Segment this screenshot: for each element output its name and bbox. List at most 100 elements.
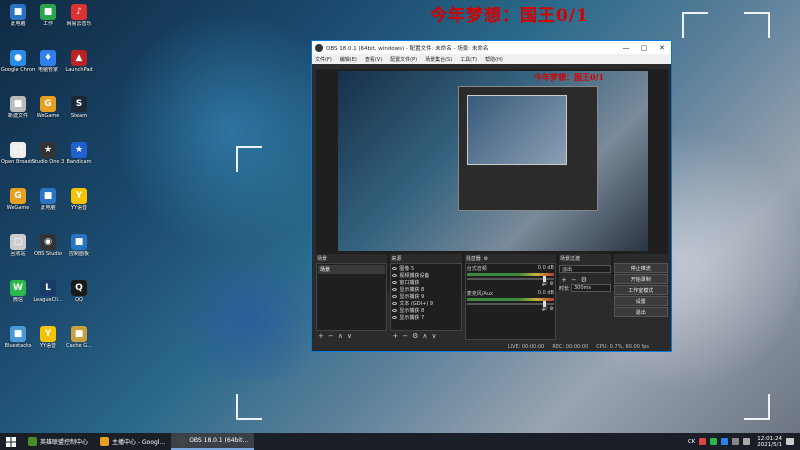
taskbar-app[interactable]: 英雄联盟控制中心 bbox=[22, 433, 94, 450]
eye-icon[interactable] bbox=[392, 316, 398, 319]
source-item[interactable]: 窗口捕获 bbox=[392, 279, 459, 286]
move-up-icon[interactable]: ∧ bbox=[422, 332, 427, 340]
desktop-icon[interactable]: ▢ 回收站 bbox=[1, 234, 35, 257]
control-button[interactable]: 开始录制 bbox=[613, 274, 669, 284]
menu-edit[interactable]: 编辑(E) bbox=[340, 56, 357, 63]
control-button[interactable]: 工作室模式 bbox=[613, 285, 669, 295]
eye-icon[interactable] bbox=[392, 295, 398, 298]
desktop-icon[interactable]: G WeGame bbox=[31, 96, 65, 119]
eye-icon[interactable] bbox=[392, 281, 398, 284]
clock-date: 2021/5/1 bbox=[757, 441, 782, 448]
control-button[interactable]: 设置 bbox=[613, 296, 669, 306]
notification-icon[interactable] bbox=[786, 438, 794, 445]
desktop-icon[interactable]: S Steam bbox=[62, 96, 96, 119]
source-item[interactable]: 图像 5 bbox=[392, 265, 459, 272]
tray-volume-icon[interactable] bbox=[743, 438, 751, 445]
tray-app-icon[interactable] bbox=[699, 438, 707, 445]
mixer-title-text: 混音器 bbox=[465, 256, 481, 262]
desktop-icon[interactable]: Y YY语音 bbox=[62, 188, 96, 211]
desktop-icon[interactable]: G WeGame bbox=[1, 188, 35, 211]
desktop-icon[interactable]: ♦ 电脑管家 bbox=[31, 50, 65, 73]
add-icon[interactable]: + bbox=[392, 332, 398, 340]
desktop-icon-label: 微信 bbox=[12, 297, 23, 303]
slider-handle[interactable] bbox=[543, 301, 547, 307]
gear-icon[interactable]: ⚙ bbox=[412, 332, 418, 340]
eye-icon[interactable] bbox=[392, 288, 398, 291]
control-button[interactable]: 退出 bbox=[613, 307, 669, 317]
move-down-icon[interactable]: ∨ bbox=[432, 332, 437, 340]
source-item[interactable]: 显示捕获 7 bbox=[392, 314, 459, 321]
desktop-app-icon: Q bbox=[71, 280, 87, 296]
eye-icon[interactable] bbox=[392, 267, 398, 270]
desktop-icon[interactable]: □Open Broadcaster bbox=[1, 142, 35, 165]
add-icon[interactable]: + bbox=[318, 332, 324, 340]
volume-slider[interactable] bbox=[466, 301, 554, 307]
remove-icon[interactable]: − bbox=[571, 276, 577, 284]
desktop-icon[interactable]: ■ 此电脑 bbox=[1, 4, 35, 27]
tray-text[interactable]: CK bbox=[688, 439, 695, 445]
obs-window[interactable]: OBS 18.0.1 (64bit, windows) - 配置文件: 未命名 … bbox=[311, 40, 672, 352]
taskbar-app[interactable]: 主播中心 - Googl... bbox=[94, 433, 171, 450]
desktop-icon[interactable]: Q QQ bbox=[62, 280, 96, 303]
eye-icon[interactable] bbox=[392, 302, 398, 305]
scene-item[interactable]: 场景 bbox=[318, 265, 386, 274]
gear-icon[interactable]: ⚙ bbox=[484, 256, 488, 262]
clock[interactable]: 12:01:24 2021/5/1 bbox=[757, 436, 782, 448]
tray-network-icon[interactable] bbox=[732, 438, 740, 445]
minimize-button[interactable]: — bbox=[617, 44, 635, 52]
eye-icon[interactable] bbox=[392, 274, 398, 277]
slider-handle[interactable] bbox=[543, 276, 547, 282]
close-button[interactable]: ✕ bbox=[653, 44, 671, 52]
sources-dock: 来源 图像 5 视频捕获设备 窗口捕获 显示捕获 8 显示捕获 9 文本 (GDI+) 9… bbox=[390, 254, 462, 340]
menu-scene-collection[interactable]: 场景集合(S) bbox=[425, 56, 452, 63]
volume-slider[interactable] bbox=[466, 276, 554, 282]
source-item[interactable]: 视频捕获设备 bbox=[392, 272, 459, 279]
desktop-icon[interactable]: W 微信 bbox=[1, 280, 35, 303]
menu-file[interactable]: 文件(F) bbox=[315, 56, 332, 63]
remove-icon[interactable]: − bbox=[402, 332, 408, 340]
obs-title-bar[interactable]: OBS 18.0.1 (64bit, windows) - 配置文件: 未命名 … bbox=[312, 41, 671, 54]
source-item[interactable]: 文本 (GDI+) 9 bbox=[392, 300, 459, 307]
add-icon[interactable]: + bbox=[561, 276, 567, 284]
gear-icon[interactable]: ⚙ bbox=[549, 281, 553, 287]
gear-icon[interactable]: ⚙ bbox=[549, 306, 553, 312]
desktop-icon[interactable]: ■ Cache G... bbox=[62, 326, 96, 349]
maximize-button[interactable]: □ bbox=[635, 44, 653, 52]
duration-input[interactable]: 300ms bbox=[570, 284, 611, 292]
tray-shield-icon[interactable] bbox=[721, 438, 729, 445]
desktop-icon[interactable]: ■ 新建文件 bbox=[1, 96, 35, 119]
frame-corner-mark bbox=[236, 146, 262, 172]
desktop-icon[interactable]: ▲ LaunchPad bbox=[62, 50, 96, 73]
desktop-icon[interactable]: ■ 此电脑 bbox=[31, 188, 65, 211]
control-button[interactable]: 停止推流 bbox=[613, 263, 669, 273]
desktop-icon[interactable]: ◉ OBS Studio bbox=[31, 234, 65, 257]
taskbar-app[interactable]: OBS 18.0.1 (64bit... bbox=[171, 433, 255, 450]
source-item[interactable]: 显示捕获 8 bbox=[392, 307, 459, 314]
desktop-icon[interactable]: ■ 工作 bbox=[31, 4, 65, 27]
desktop-icon-label: YY语音 bbox=[39, 343, 57, 349]
start-button[interactable] bbox=[0, 433, 22, 450]
menu-view[interactable]: 查看(V) bbox=[365, 56, 382, 63]
desktop-icon[interactable]: ★ Bandicam bbox=[62, 142, 96, 165]
desktop-icon[interactable]: ★ Studio One 3 bbox=[31, 142, 65, 165]
source-item[interactable]: 显示捕获 9 bbox=[392, 293, 459, 300]
menu-tools[interactable]: 工具(T) bbox=[460, 56, 477, 63]
desktop-icon[interactable]: ●Google Chrome bbox=[1, 50, 35, 73]
gear-icon[interactable]: ⚙ bbox=[581, 276, 587, 284]
desktop-icon[interactable]: Y YY语音 bbox=[31, 326, 65, 349]
desktop-icon[interactable]: ■ 控制面板 bbox=[62, 234, 96, 257]
desktop-icon[interactable]: ♪ 网易云音乐 bbox=[62, 4, 96, 27]
desktop-icon[interactable]: ■ Bluestacks bbox=[1, 326, 35, 349]
source-item[interactable]: 显示捕获 8 bbox=[392, 286, 459, 293]
remove-icon[interactable]: − bbox=[328, 332, 334, 340]
menu-help[interactable]: 帮助(H) bbox=[485, 56, 503, 63]
tray-wechat-icon[interactable] bbox=[710, 438, 718, 445]
eye-icon[interactable] bbox=[392, 309, 398, 312]
frame-corner-mark bbox=[744, 394, 770, 420]
menu-profile[interactable]: 配置文件(P) bbox=[390, 56, 417, 63]
desktop-icon[interactable]: L LeagueCli... bbox=[31, 280, 65, 303]
move-down-icon[interactable]: ∨ bbox=[347, 332, 352, 340]
transition-select[interactable]: 淡出 bbox=[558, 265, 611, 273]
move-up-icon[interactable]: ∧ bbox=[338, 332, 343, 340]
desktop-icon-label: LaunchPad bbox=[65, 67, 93, 73]
